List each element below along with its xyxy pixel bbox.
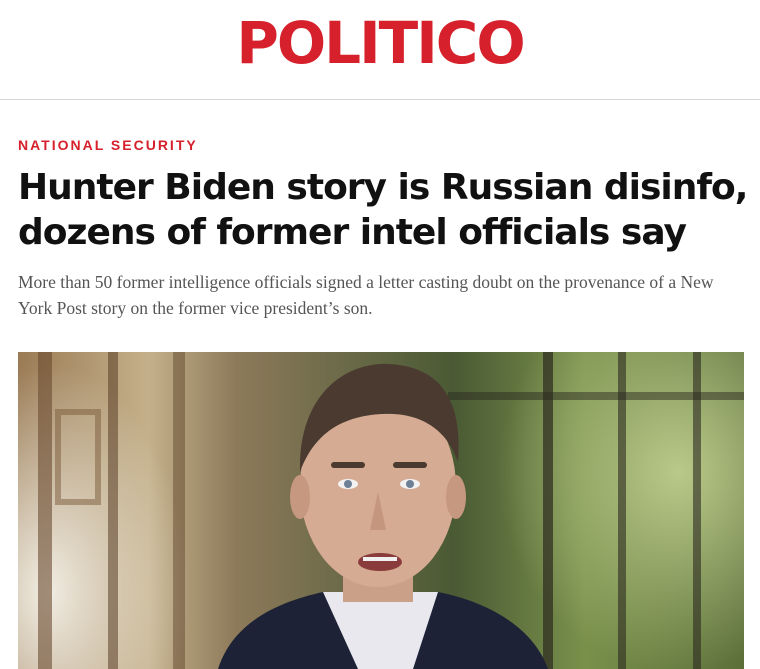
article-headline: Hunter Biden story is Russian disinfo, d… [18, 167, 748, 253]
article-dek: More than 50 former intelligence officia… [18, 272, 714, 318]
section-kicker[interactable]: NATIONAL SECURITY [18, 137, 198, 153]
masthead: POLITICO [0, 0, 760, 100]
portrait-illustration [38, 352, 744, 669]
lead-photo [18, 352, 744, 669]
politico-logo[interactable]: POLITICO [0, 10, 760, 76]
